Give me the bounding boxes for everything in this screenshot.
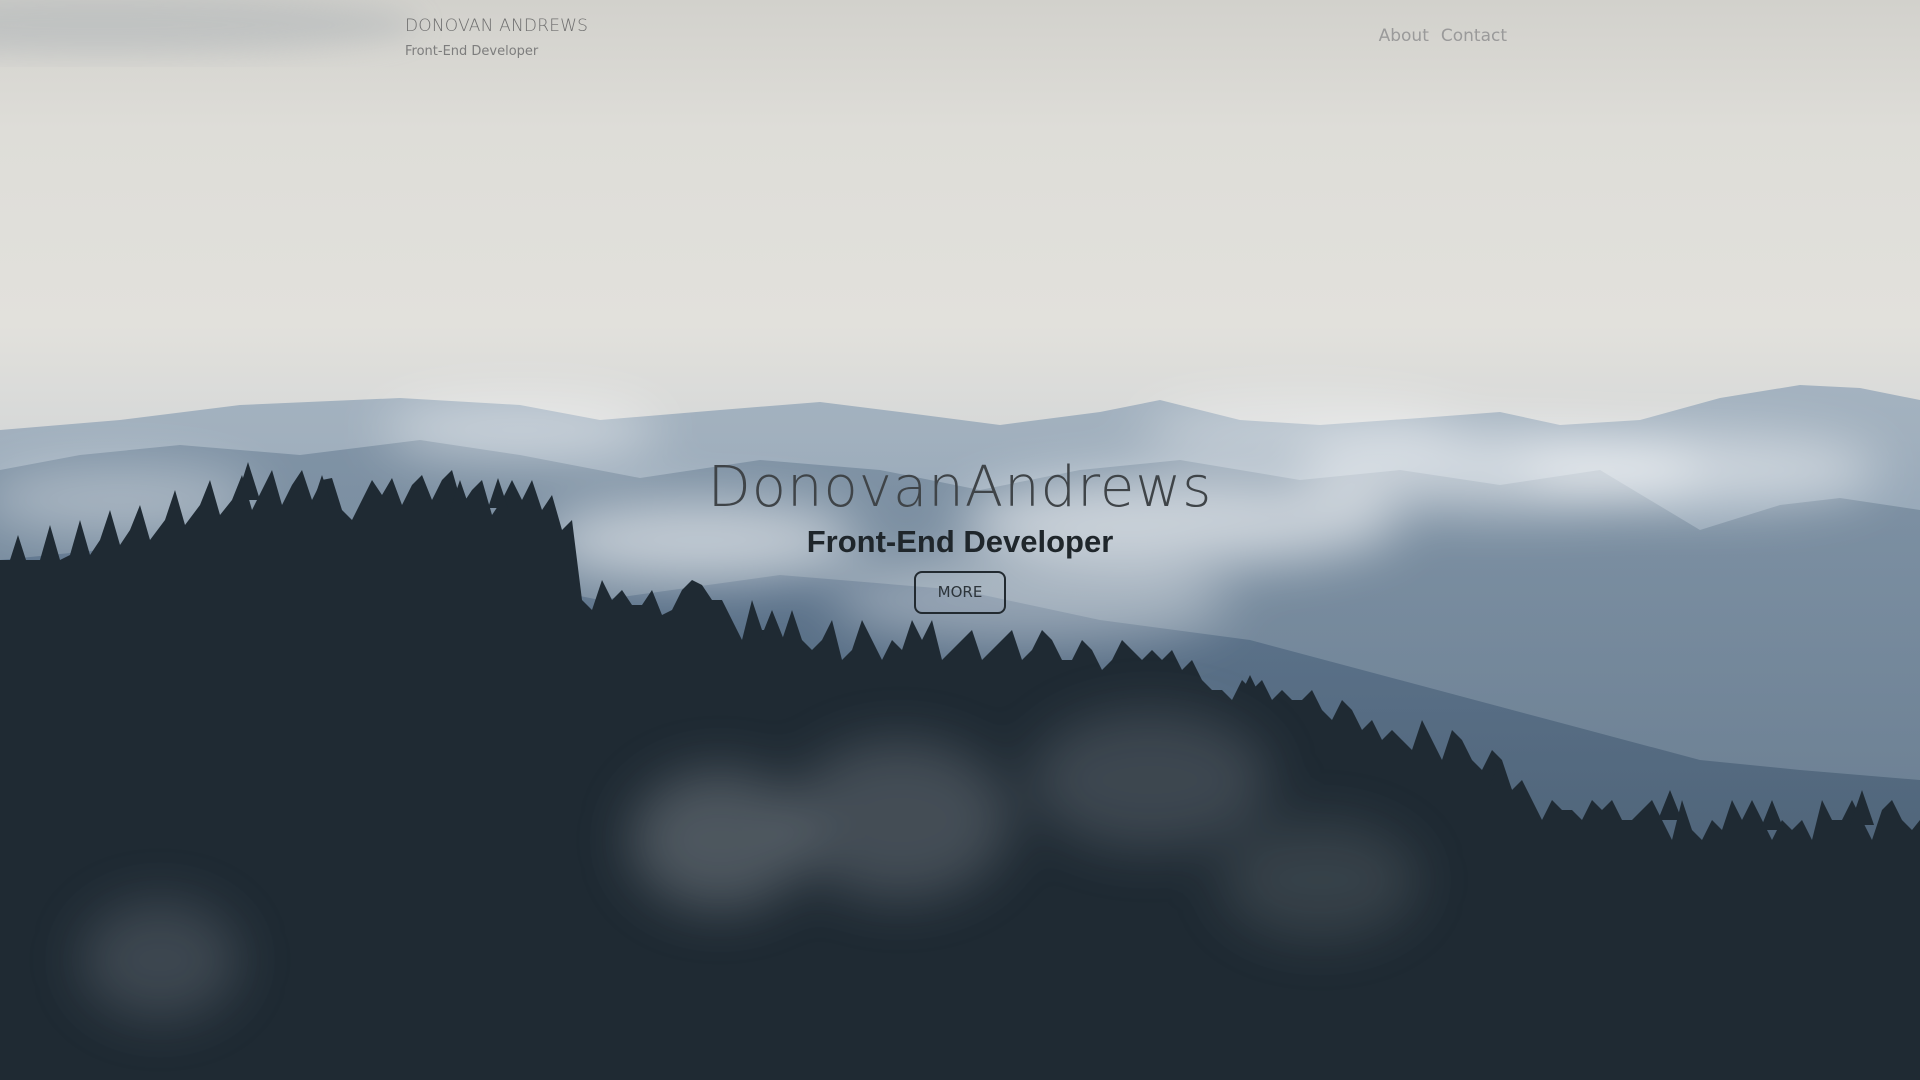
hero-title: DonovanAndrews — [707, 455, 1213, 520]
hero-content: DonovanAndrews Front-End Developer MORE — [0, 452, 1920, 614]
more-button[interactable]: MORE — [914, 571, 1006, 614]
brand-subtitle: Front-End Developer — [405, 44, 539, 59]
nav-link-contact[interactable]: Contact — [1441, 26, 1507, 46]
nav-link-about[interactable]: About — [1379, 26, 1429, 46]
brand-name[interactable]: DONOVAN ANDREWS — [405, 16, 588, 36]
hero-section: DONOVAN ANDREWS Front-End Developer Abou… — [0, 0, 1920, 1080]
hero-subtitle: Front-End Developer — [806, 524, 1114, 559]
nav-links: About Contact — [1379, 26, 1507, 46]
top-navbar: DONOVAN ANDREWS Front-End Developer Abou… — [0, 0, 1920, 80]
